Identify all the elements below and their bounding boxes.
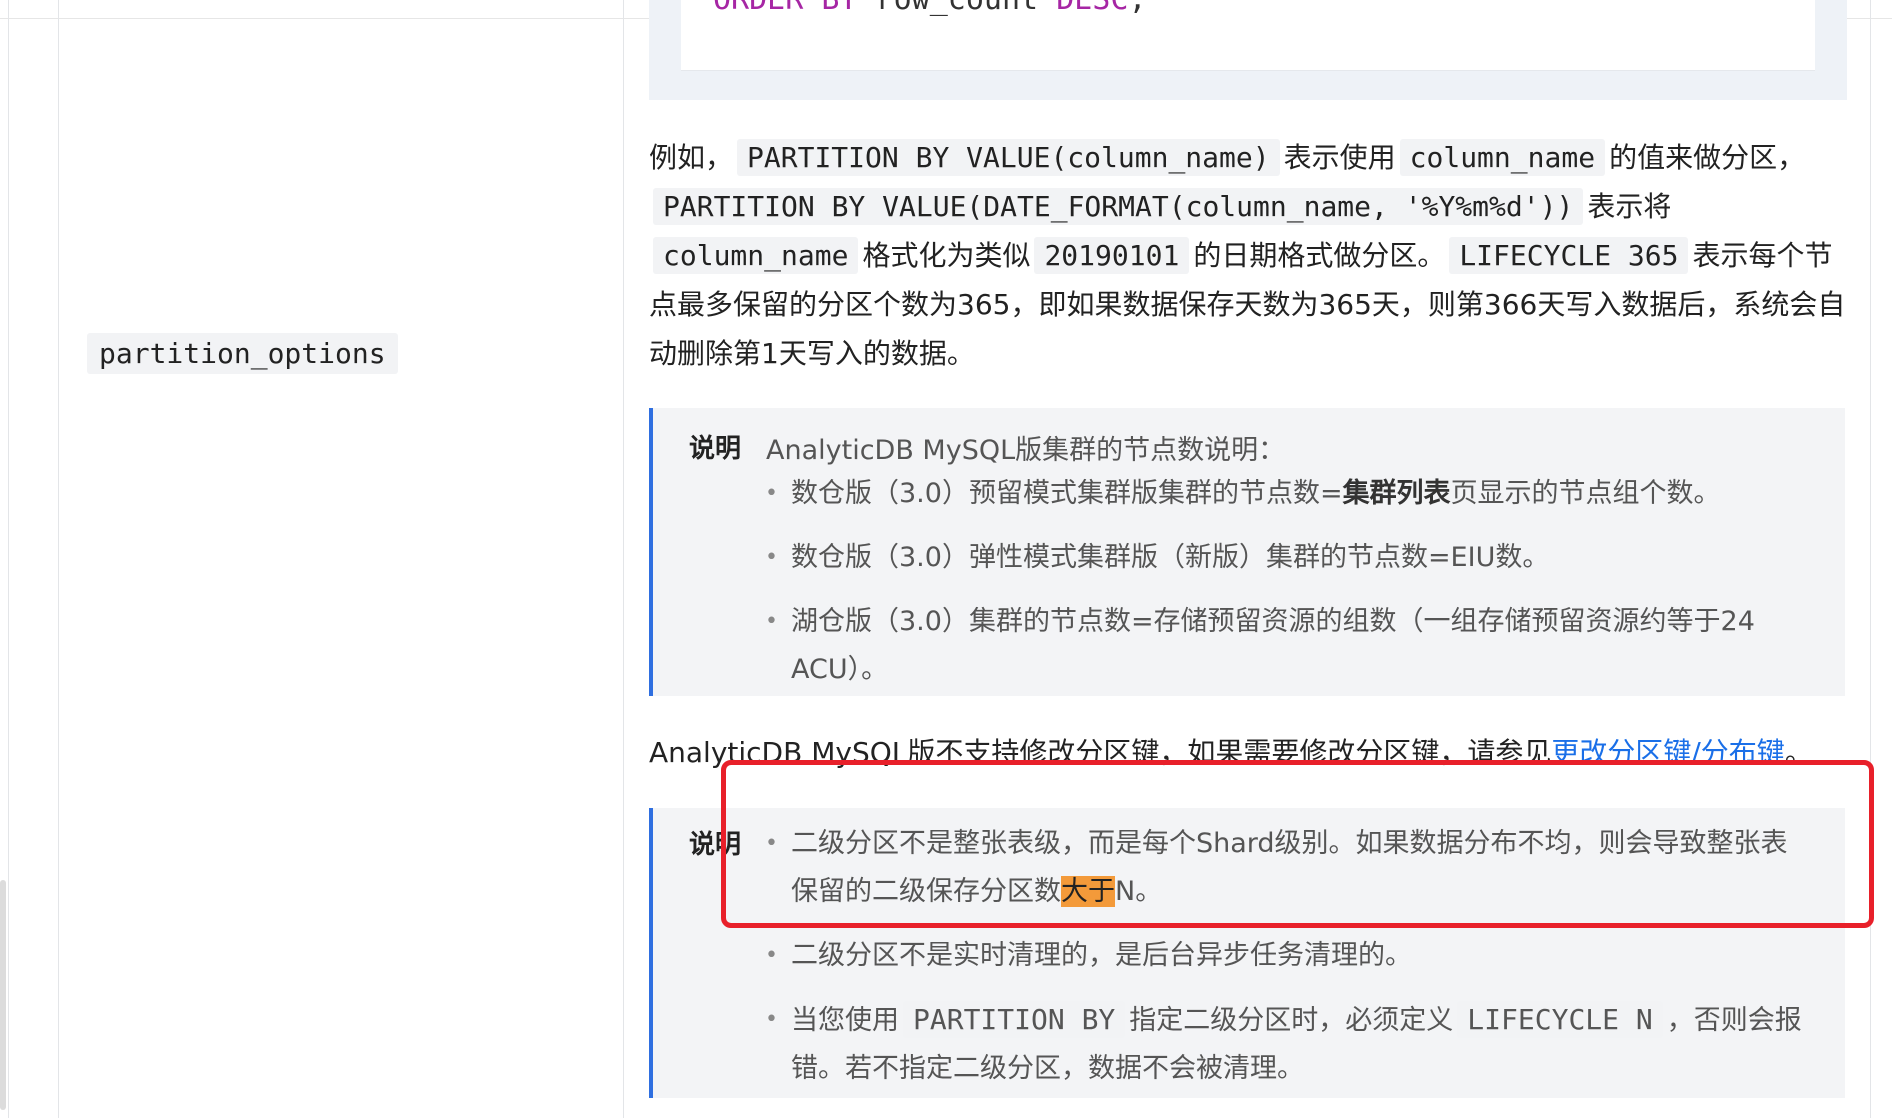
left-edge-border [8,0,9,1118]
note-box: 说明 AnalyticDB MySQL版集群的节点数说明： 数仓版（3.0）预留… [649,408,1845,696]
list-item-text: 湖仓版（3.0）集群的节点数=存储预留资源的组数（一组存储预留资源约等于24 A… [791,606,1755,685]
list-item-text: 数仓版（3.0）预留模式集群版集群的节点数= [791,478,1343,509]
description-paragraph: 例如， PARTITION BY VALUE(column_name) 表示使用 co… [649,133,1849,378]
para-text: 例如， [649,141,734,174]
inline-code: 20190101 [1034,237,1190,274]
param-name: partition_options [87,333,398,374]
inline-code: PARTITION BY VALUE(DATE_FORMAT(column_na… [653,188,1584,225]
code-semicolon: ; [1128,0,1146,17]
list-item-bold: 集群列表 [1342,478,1451,509]
list-item: 湖仓版（3.0）集群的节点数=存储预留资源的组数（一组存储预留资源约等于24 A… [765,598,1811,694]
list-item-text: 二级分区不是实时清理的，是后台异步任务清理的。 [791,940,1412,971]
para-text: 的日期格式做分区。 [1193,239,1446,272]
table-left-border [58,0,59,1118]
list-item-text: 指定二级分区时，必须定义 [1129,1005,1454,1036]
list-item: 二级分区不是实时清理的，是后台异步任务清理的。 [765,932,1811,980]
note-list: 数仓版（3.0）预留模式集群版集群的节点数=集群列表页显示的节点组个数。 数仓版… [765,470,1811,710]
list-item: 数仓版（3.0）预留模式集群版集群的节点数=集群列表页显示的节点组个数。 [765,470,1811,518]
para-text: 表示将 [1587,190,1672,223]
inline-code: LIFECYCLE 365 [1449,237,1689,274]
para-text: 格式化为类似 [862,239,1031,272]
inline-code: LIFECYCLE N [1457,1001,1663,1038]
inline-code: PARTITION BY [903,1001,1126,1038]
inline-code: column_name [1399,139,1606,176]
doc-page: ORDER BY row_count DESC; partition_optio… [0,0,1892,1118]
table-column-divider [623,0,624,1118]
note-label: 说明 [689,434,742,464]
code-identifier: row_count [858,0,1057,17]
para-text: 表示使用 [1283,141,1396,174]
note-heading: AnalyticDB MySQL版集群的节点数说明： [766,435,1286,466]
code-keyword: ORDER BY [713,0,858,17]
para-text: 的值来做分区， [1609,141,1806,174]
table-right-border [1870,0,1871,1118]
code-line: ORDER BY row_count DESC; [713,0,1147,17]
list-item: 数仓版（3.0）弹性模式集群版（新版）集群的节点数=EIU数。 [765,534,1811,582]
list-item: 当您使用PARTITION BY指定二级分区时，必须定义LIFECYCLE N，… [765,996,1811,1093]
code-keyword: DESC [1056,0,1128,17]
inline-code: PARTITION BY VALUE(column_name) [737,139,1280,176]
scrollbar-thumb[interactable] [0,880,6,1110]
list-item-text: 数仓版（3.0）弹性模式集群版（新版）集群的节点数=EIU数。 [791,542,1550,573]
list-item-text: 当您使用 [791,1005,899,1036]
inline-code: column_name [653,237,859,274]
annotation-rectangle [721,760,1874,928]
list-item-text: 页显示的节点组个数。 [1450,478,1721,509]
